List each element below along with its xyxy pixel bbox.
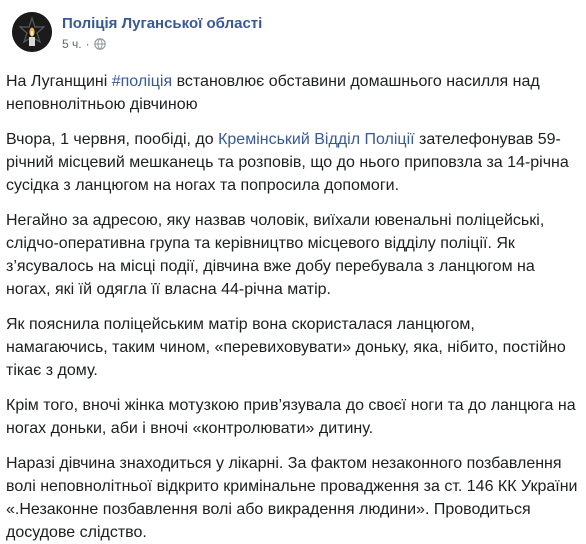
police-badge-icon bbox=[12, 12, 52, 52]
paragraph-text: Вчора, 1 червня, пообіді, до bbox=[6, 131, 219, 148]
post-paragraph-5: Крім того, вночі жінка мотузкою прив’язу… bbox=[6, 397, 576, 437]
post-paragraph-6: Наразі дівчина знаходиться у лікарні. За… bbox=[6, 455, 578, 541]
post-meta: 5 ч. · bbox=[62, 36, 262, 52]
post-body: На Луганщині #поліція встановлює обстави… bbox=[6, 70, 578, 544]
page-avatar[interactable] bbox=[12, 12, 52, 52]
meta-separator: · bbox=[85, 37, 90, 51]
hashtag-link[interactable]: #поліція bbox=[112, 73, 172, 90]
post-paragraph-3: Негайно за адресою, яку назвав чоловік, … bbox=[6, 212, 545, 298]
police-department-link[interactable]: Кремінський Відділ Поліції bbox=[218, 131, 415, 148]
paragraph-text: На Луганщині bbox=[6, 73, 112, 90]
post-paragraph-4: Як пояснила поліцейським матір вона скор… bbox=[6, 316, 566, 379]
post-header: Поліція Луганської області 5 ч. · bbox=[12, 12, 262, 60]
page-name-link[interactable]: Поліція Луганської області bbox=[62, 14, 262, 34]
globe-icon[interactable] bbox=[93, 38, 106, 50]
header-text: Поліція Луганської області 5 ч. · bbox=[62, 12, 262, 52]
post-timestamp[interactable]: 5 ч. bbox=[62, 36, 82, 52]
post-paragraph-1: На Луганщині #поліція встановлює обстави… bbox=[6, 70, 578, 116]
post-paragraph-2: Вчора, 1 червня, пообіді, до Кремінський… bbox=[6, 128, 578, 197]
